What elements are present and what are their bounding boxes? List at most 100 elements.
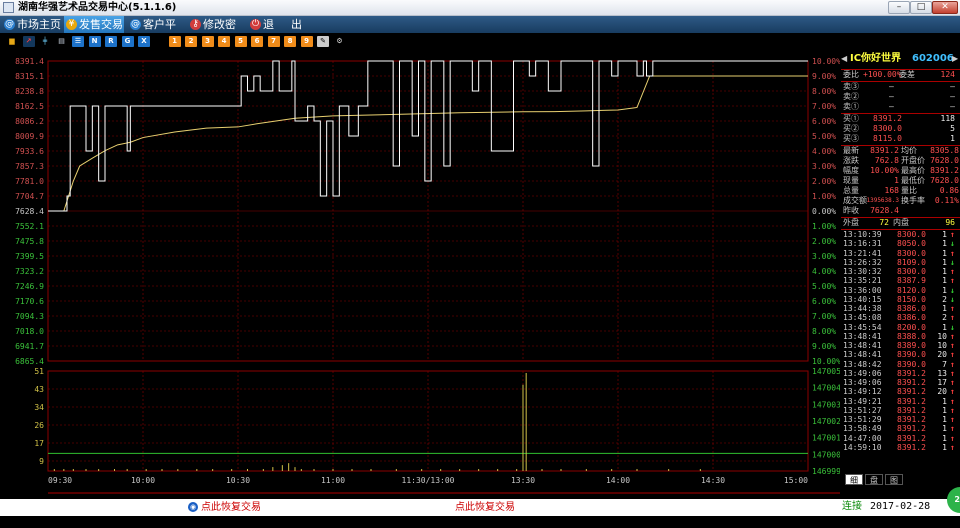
stock-code: 602006 (912, 53, 954, 64)
time-tick-label: 11:00 (321, 476, 345, 485)
percent-tick-label: 6.00% (812, 117, 836, 126)
sell-qty: — (950, 82, 955, 91)
time-tick-label: 09:30 (48, 476, 72, 485)
f3-tool[interactable]: 3 (201, 36, 214, 47)
percent-tick-label: 5.00% (812, 282, 836, 291)
home-icon: @ (4, 19, 15, 30)
intraday-chart: 8391.4 10.00% 8315.1 9.00% 8238.8 8.00% 8162.5… (15, 57, 840, 494)
price-tick-label: 8162.5 (15, 102, 44, 111)
n-tool[interactable]: N (88, 36, 101, 47)
f9-tool[interactable]: 9 (300, 36, 313, 47)
menu-label: 发售交易 (79, 18, 123, 31)
buy-level-row: 买② 8300.0 5 (843, 124, 958, 134)
sell-level-row: 卖③ — — (843, 82, 958, 92)
price-tick-label: 8009.9 (15, 132, 44, 141)
stat-label: 最低价 (901, 176, 925, 185)
volume-right-tick-label: 147002 (812, 417, 840, 426)
calendar-tool[interactable]: ▤ (55, 36, 68, 47)
buy-level-label: 买① (843, 114, 859, 123)
trade-qty: 1 (942, 442, 947, 452)
stat-value: 8391.2 (870, 146, 899, 155)
panel-tabs: 细 盘 图 (841, 473, 960, 486)
weibi-label: 委比 (843, 70, 859, 79)
f6-tool[interactable]: 6 (251, 36, 263, 47)
menu-label: 市场主页 (17, 18, 61, 31)
f8-tool[interactable]: 8 (284, 36, 296, 47)
buy-level-label: 买② (843, 124, 859, 133)
buy-qty: 1 (950, 134, 955, 143)
f4-tool[interactable]: 4 (218, 36, 230, 47)
f2-tool[interactable]: 2 (185, 36, 197, 47)
draw-tool[interactable]: ✎ (317, 36, 329, 47)
menu-client-platform[interactable]: @ 客户平台 (128, 16, 186, 48)
percent-tick-label: 3.00% (812, 252, 836, 261)
menu-market-home[interactable]: @ 市场主页 (2, 16, 62, 33)
stat-label: 现量 (843, 176, 859, 185)
g-tool[interactable]: G (121, 36, 134, 47)
menu-exit[interactable]: ⏻ 退 (248, 16, 276, 33)
price-tick-label: 8086.2 (15, 117, 44, 126)
close-button[interactable]: ✕ (932, 1, 958, 14)
menu-issue-trade[interactable]: ¥ 发售交易 (64, 16, 124, 33)
sell-price: — (889, 102, 894, 111)
tab-chart[interactable]: 图 (885, 474, 903, 485)
menu-label: 出 (291, 18, 302, 31)
price-tick-label: 7704.7 (15, 192, 44, 201)
prev-stock-icon[interactable]: ◀ (841, 51, 847, 67)
bar-chart-tool[interactable]: ▆ (6, 36, 18, 47)
trade-row: 14:59:10 8391.2 1 ↑ (843, 443, 958, 453)
price-tick-label: 7018.0 (15, 327, 44, 336)
maximize-button[interactable]: □ (910, 1, 932, 14)
restore-trade-link-1[interactable]: 点此恢复交易 (201, 501, 261, 514)
stat-value: 8391.2 (930, 166, 959, 175)
volume-tick-label: 9 (39, 457, 44, 466)
price-tick-label: 6941.7 (15, 342, 44, 351)
app-window: 湖南华强艺术品交易中心(5.1.1.6) – □ ✕ @ 市场主页 ¥ 发售交易… (0, 0, 960, 526)
percent-tick-label: 7.00% (812, 312, 836, 321)
volume-right-tick-label: 146999 (812, 467, 840, 476)
minimize-button[interactable]: – (888, 1, 910, 14)
percent-tick-label: 6.00% (812, 297, 836, 306)
r-tool[interactable]: R (105, 36, 117, 47)
price-tick-label: 7475.8 (15, 237, 44, 246)
percent-tick-label: 1.00% (812, 222, 836, 231)
percent-tick-label: 8.00% (812, 327, 836, 336)
time-tick-label: 15:00 (784, 476, 808, 485)
connection-status: 连接 (842, 501, 862, 512)
gear-tool[interactable]: ⚙ (333, 36, 346, 47)
line-chart-tool[interactable]: ↗ (22, 36, 35, 47)
status-bar: ◉ 点此恢复交易 点此恢复交易 连接 2017-02-28 15:00 (0, 499, 960, 526)
title-bar[interactable]: 湖南华强艺术品交易中心(5.1.1.6) – □ ✕ (0, 0, 960, 16)
tab-board[interactable]: 盘 (865, 474, 883, 485)
client-icon: @ (130, 19, 141, 30)
menu-change-password[interactable]: ⚷ 修改密码 (188, 16, 246, 48)
volume-right-tick-label: 147000 (812, 450, 840, 459)
sell-price: — (889, 82, 894, 91)
f5-tool[interactable]: 5 (234, 36, 247, 47)
stat-value: 7628.0 (930, 156, 959, 165)
next-stock-icon[interactable]: ▶ (952, 51, 958, 67)
percent-tick-label: 9.00% (812, 342, 836, 351)
x-tool[interactable]: X (138, 36, 150, 47)
trade-price: 8391.2 (897, 442, 926, 452)
outer-value: 72 (879, 218, 889, 227)
sell-level-label: 卖② (843, 92, 859, 101)
menu-exit-2[interactable]: 出 (276, 16, 302, 33)
f1-tool[interactable]: 1 (168, 36, 181, 47)
trade-time: 14:59:10 (843, 442, 882, 452)
menu-bar: @ 市场主页 ¥ 发售交易 @ 客户平台 ⚷ 修改密码 ⏻ 退 出 (0, 16, 960, 48)
restore-trade-link-2[interactable]: 点此恢复交易 (455, 501, 515, 514)
quote-tool[interactable]: ☰ (72, 36, 84, 47)
price-tick-label: 7628.4 (15, 207, 44, 216)
buy-price: 8300.0 (873, 124, 902, 133)
stat-row: 总量 168 量比 0.86 (843, 186, 959, 196)
price-tick-label: 8391.4 (15, 57, 44, 66)
candle-tool[interactable]: ╪ (39, 36, 51, 47)
sell-level-label: 卖③ (843, 82, 859, 91)
f7-tool[interactable]: 7 (267, 36, 280, 47)
buy-level-label: 买③ (843, 134, 859, 143)
tab-detail[interactable]: 细 (845, 474, 863, 485)
stat-value: 8305.8 (930, 146, 959, 155)
sell-level-row: 卖② — — (843, 92, 958, 102)
exit-icon: ⏻ (250, 19, 261, 30)
